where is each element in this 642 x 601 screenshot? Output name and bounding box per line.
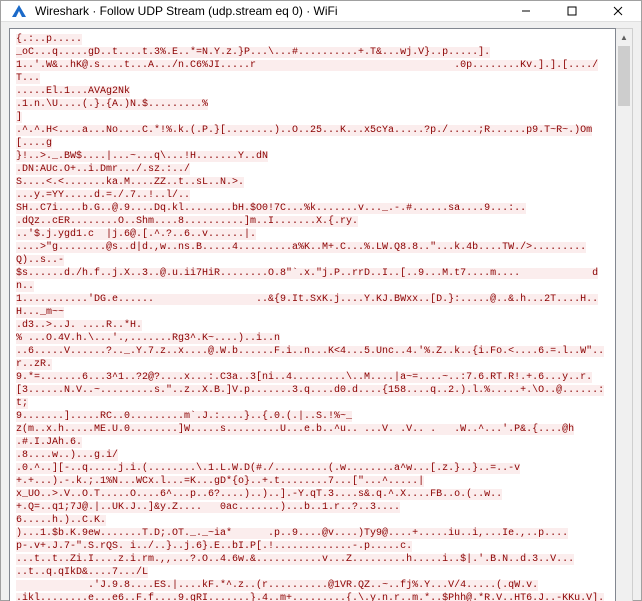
scroll-track[interactable] (616, 46, 632, 601)
stream-client-text: {.:..p..... _oC...q.....gD..t....t.3%.E.… (16, 34, 604, 601)
vertical-scrollbar[interactable]: ▲ ▼ (616, 28, 633, 601)
window-root: Wireshark · Follow UDP Stream (udp.strea… (0, 0, 642, 601)
dialog-body: {.:..p..... _oC...q.....gD..t....t.3%.E.… (1, 22, 641, 601)
scroll-thumb[interactable] (618, 46, 630, 106)
window-buttons (503, 1, 641, 21)
titlebar: Wireshark · Follow UDP Stream (udp.strea… (1, 1, 641, 22)
window-title: Wireshark · Follow UDP Stream (udp.strea… (35, 4, 503, 18)
minimize-button[interactable] (503, 1, 549, 21)
maximize-button[interactable] (549, 1, 595, 21)
stream-text[interactable]: {.:..p..... _oC...q.....gD..t....t.3%.E.… (9, 28, 616, 601)
close-button[interactable] (595, 1, 641, 21)
scroll-up-icon[interactable]: ▲ (616, 29, 632, 46)
wireshark-fin-icon (9, 1, 29, 21)
stream-area: {.:..p..... _oC...q.....gD..t....t.3%.E.… (9, 28, 633, 601)
